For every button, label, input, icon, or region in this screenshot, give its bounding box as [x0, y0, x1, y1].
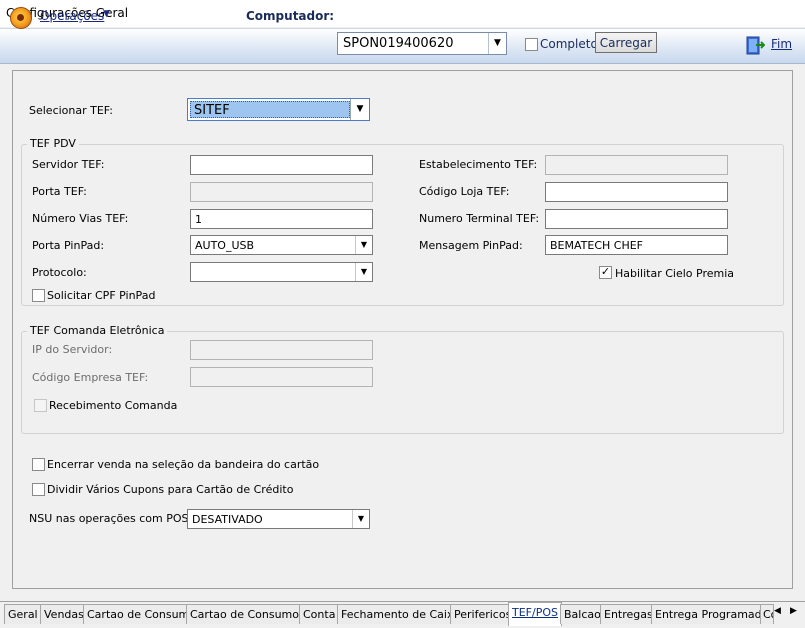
operacoes-icon[interactable]: [10, 7, 32, 29]
protocolo-combo[interactable]: ▼: [190, 262, 373, 282]
chevron-left-icon[interactable]: ◀: [774, 606, 781, 616]
porta-tef-input[interactable]: [190, 182, 373, 202]
servidor-tef-label: Servidor TEF:: [32, 158, 105, 171]
chevron-down-icon[interactable]: ▼: [355, 263, 372, 281]
title-bar: Configurações Geral: [0, 0, 805, 27]
codigo-empresa-input[interactable]: [190, 367, 373, 387]
dividir-cupons-label: Dividir Vários Cupons para Cartão de Cré…: [47, 483, 294, 496]
computador-combo[interactable]: SPON019400620 ▼: [337, 32, 507, 55]
porta-tef-label: Porta TEF:: [32, 185, 87, 198]
estabelecimento-label: Estabelecimento TEF:: [419, 158, 538, 171]
checkmark-icon: ✓: [600, 265, 611, 278]
exit-door-icon[interactable]: [745, 36, 765, 55]
computador-value: SPON019400620: [343, 36, 454, 51]
selecionar-tef-label: Selecionar TEF:: [29, 104, 113, 117]
nsu-value: DESATIVADO: [192, 513, 263, 526]
encerrar-venda-checkbox[interactable]: [32, 458, 45, 471]
porta-pinpad-combo[interactable]: AUTO_USB ▼: [190, 235, 373, 255]
encerrar-venda-label: Encerrar venda na seleção da bandeira do…: [47, 458, 320, 471]
chevron-down-icon[interactable]: ▼: [355, 236, 372, 254]
ip-servidor-label: IP do Servidor:: [32, 343, 113, 356]
solicitar-cpf-label: Solicitar CPF PinPad: [47, 289, 156, 302]
ip-servidor-input[interactable]: [190, 340, 373, 360]
chevron-down-icon[interactable]: ▼: [488, 33, 506, 54]
chevron-down-icon[interactable]: ▼: [352, 510, 369, 528]
computador-label: Computador:: [246, 9, 335, 23]
fim-button[interactable]: Fim: [771, 37, 792, 51]
tab-fechamento-caixa[interactable]: Fechamento de Caixa: [337, 604, 465, 624]
codigo-loja-label: Código Loja TEF:: [419, 185, 510, 198]
chevron-down-icon[interactable]: ▼: [350, 99, 369, 120]
tab-entregas[interactable]: Entregas: [600, 604, 657, 624]
selecionar-tef-combo[interactable]: SITEF ▼: [187, 98, 370, 121]
numero-terminal-label: Numero Terminal TEF:: [419, 212, 540, 225]
tab-vendas[interactable]: Vendas: [40, 604, 88, 624]
selecionar-tef-value: SITEF: [194, 103, 230, 118]
tab-entrega-programada[interactable]: Entrega Programada: [651, 604, 773, 624]
tab-perifericos[interactable]: Perifericos: [450, 604, 516, 624]
nsu-label: NSU nas operações com POS:: [29, 512, 193, 525]
completo-label: Completo: [540, 37, 598, 51]
tab-cartao-consumo[interactable]: Cartao de Consumo: [83, 604, 201, 624]
mensagem-pinpad-input[interactable]: BEMATECH CHEF: [545, 235, 728, 255]
codigo-loja-input[interactable]: [545, 182, 728, 202]
numero-terminal-input[interactable]: [545, 209, 728, 229]
nsu-combo[interactable]: DESATIVADO ▼: [187, 509, 370, 529]
carregar-button[interactable]: Carregar: [595, 32, 657, 53]
habilitar-cielo-label: Habilitar Cielo Premia: [615, 267, 735, 280]
codigo-empresa-label: Código Empresa TEF:: [32, 371, 149, 384]
recebimento-comanda-checkbox[interactable]: [34, 399, 47, 412]
tef-comanda-title: TEF Comanda Eletrônica: [27, 324, 168, 337]
numero-vias-input[interactable]: 1: [190, 209, 373, 229]
tab-tef-pos[interactable]: TEF/POS: [508, 602, 562, 626]
selected-highlight: SITEF: [190, 101, 350, 118]
porta-pinpad-value: AUTO_USB: [195, 239, 255, 252]
recebimento-comanda-label: Recebimento Comanda: [49, 399, 178, 412]
operacoes-menu[interactable]: Operações: [40, 9, 104, 23]
solicitar-cpf-checkbox[interactable]: [32, 289, 45, 302]
chevron-down-icon[interactable]: ▼: [103, 9, 110, 19]
servidor-tef-input[interactable]: [190, 155, 373, 175]
porta-pinpad-label: Porta PinPad:: [32, 239, 105, 252]
tab-geral[interactable]: Geral: [4, 604, 42, 624]
protocolo-label: Protocolo:: [32, 266, 87, 279]
numero-vias-label: Número Vias TEF:: [32, 212, 129, 225]
tab-conta[interactable]: Conta: [299, 604, 340, 624]
tab-cartao-consumo-2[interactable]: Cartao de Consumo 2: [186, 604, 314, 624]
tab-balcao[interactable]: Balcao: [560, 604, 605, 624]
mensagem-pinpad-label: Mensagem PinPad:: [419, 239, 523, 252]
chevron-right-icon[interactable]: ▶: [790, 606, 797, 616]
dividir-cupons-checkbox[interactable]: [32, 483, 45, 496]
habilitar-cielo-checkbox[interactable]: ✓: [599, 266, 612, 279]
tef-pdv-title: TEF PDV: [27, 137, 79, 150]
tab-scroll-buttons: ◀ ▶: [770, 603, 803, 622]
numero-vias-value: 1: [195, 213, 202, 226]
mensagem-pinpad-value: BEMATECH CHEF: [550, 239, 644, 252]
completo-checkbox[interactable]: [525, 38, 538, 51]
estabelecimento-input[interactable]: [545, 155, 728, 175]
